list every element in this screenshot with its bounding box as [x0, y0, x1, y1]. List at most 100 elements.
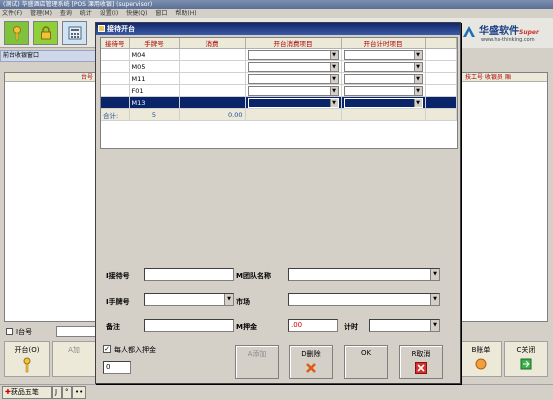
- cell-reception[interactable]: [101, 84, 130, 97]
- cell-amount[interactable]: [179, 72, 246, 85]
- consume-item-combo[interactable]: ▼: [247, 61, 339, 72]
- total-count: 5: [129, 108, 180, 121]
- menu-file[interactable]: 文件(F): [2, 10, 22, 17]
- cell-amount[interactable]: [179, 48, 246, 61]
- chevron-down-icon[interactable]: ▼: [329, 74, 338, 83]
- menu-stats[interactable]: 统计: [80, 10, 92, 17]
- menu-shortcut[interactable]: 快捷(Q): [126, 10, 147, 17]
- dialog-app-icon: [98, 25, 105, 32]
- group-name-select[interactable]: ▼: [288, 268, 440, 281]
- cell-reception[interactable]: [101, 48, 130, 61]
- chevron-down-icon[interactable]: ▼: [413, 86, 422, 95]
- chevron-down-icon[interactable]: ▼: [329, 62, 338, 71]
- table-number-checkbox[interactable]: [6, 328, 13, 335]
- table-number-input[interactable]: [56, 326, 100, 337]
- cell-card[interactable]: M11: [129, 72, 180, 85]
- cancel-button[interactable]: R取消: [399, 345, 443, 379]
- remark-input[interactable]: [144, 319, 234, 332]
- chevron-down-icon[interactable]: ▼: [329, 86, 338, 95]
- timing-item-combo[interactable]: ▼: [343, 85, 423, 96]
- deposit-input[interactable]: .00: [288, 319, 338, 332]
- table-number-row: I台号: [4, 325, 100, 339]
- staff-list-panel[interactable]: 技工号 收银员 厢: [458, 72, 548, 322]
- key-tool-button[interactable]: [4, 21, 29, 45]
- cell-reception[interactable]: [101, 96, 130, 109]
- menu-settings[interactable]: 设置(I): [100, 10, 118, 17]
- brand-suffix: Super: [519, 29, 539, 36]
- chevron-down-icon[interactable]: ▼: [413, 62, 422, 71]
- menu-query[interactable]: 查询: [60, 10, 72, 17]
- staff-column-header: 技工号 收银员 厢: [459, 73, 547, 82]
- calculator-tool-button[interactable]: [62, 21, 87, 45]
- brand-mark-icon: [463, 26, 475, 37]
- col-header-amount[interactable]: 消费: [179, 38, 246, 49]
- col-header-consume-item[interactable]: 开台消费项目: [245, 38, 342, 49]
- cell-reception[interactable]: [101, 60, 130, 73]
- add-button[interactable]: A添加: [235, 345, 279, 379]
- remark-label: 备注: [106, 323, 120, 331]
- cell-reception[interactable]: [101, 72, 130, 85]
- cell-amount[interactable]: [179, 60, 246, 73]
- ok-button[interactable]: OK: [344, 345, 388, 379]
- table-list-panel[interactable]: 台号: [4, 72, 96, 322]
- market-select[interactable]: ▼: [288, 293, 440, 306]
- add-background-button[interactable]: A加: [52, 341, 96, 377]
- dialog-title-bar[interactable]: 接待开台: [96, 23, 460, 35]
- timing-item-combo[interactable]: ▼: [343, 73, 423, 84]
- chevron-down-icon[interactable]: ▼: [413, 74, 422, 83]
- menu-manage[interactable]: 管理(M): [30, 10, 52, 17]
- count-input[interactable]: 0: [103, 361, 131, 374]
- chevron-down-icon[interactable]: ▼: [430, 320, 439, 331]
- all-deposit-checkbox[interactable]: ✓: [103, 345, 111, 353]
- status-bar: ✚获品五笔 J ° ••: [0, 384, 553, 400]
- col-header-card[interactable]: 手牌号: [129, 38, 180, 49]
- chevron-down-icon[interactable]: ▼: [329, 50, 338, 59]
- open-table-label: 开台(O): [14, 346, 40, 354]
- timing-item-combo[interactable]: ▼: [343, 49, 423, 60]
- timing-item-combo[interactable]: ▼: [343, 61, 423, 72]
- chevron-down-icon[interactable]: ▼: [224, 294, 233, 305]
- chevron-down-icon[interactable]: ▼: [430, 269, 439, 280]
- bill-button[interactable]: B账单: [460, 341, 502, 377]
- col-header-reception[interactable]: 接待号: [101, 38, 130, 49]
- reception-number-input[interactable]: [144, 268, 234, 281]
- chevron-down-icon[interactable]: ▼: [413, 98, 422, 107]
- menu-help[interactable]: 帮助(H): [175, 10, 196, 17]
- table-number-label: I台号: [16, 328, 33, 336]
- cell-card[interactable]: M13: [129, 96, 180, 109]
- delete-button[interactable]: D删除: [289, 345, 333, 379]
- cell-amount[interactable]: [179, 96, 246, 109]
- consume-item-combo[interactable]: ▼: [247, 49, 339, 60]
- table-row-selected[interactable]: M13 ▼ ▼: [101, 96, 457, 109]
- key-icon: [23, 357, 31, 373]
- chevron-down-icon[interactable]: ▼: [430, 294, 439, 305]
- timing-item-combo[interactable]: ▼: [343, 97, 423, 108]
- chevron-down-icon[interactable]: ▼: [413, 50, 422, 59]
- market-label: 市场: [236, 298, 250, 306]
- table-row[interactable]: M04 ▼ ▼: [101, 48, 457, 61]
- col-header-timing-item[interactable]: 开台计时项目: [341, 38, 426, 49]
- table-row[interactable]: F01 ▼ ▼: [101, 84, 457, 97]
- lock-tool-button[interactable]: [33, 21, 58, 45]
- consume-item-combo[interactable]: ▼: [247, 73, 339, 84]
- consume-item-combo[interactable]: ▼: [247, 97, 339, 108]
- card-number-select[interactable]: ▼: [144, 293, 234, 306]
- close-background-button[interactable]: C关闭: [504, 341, 548, 377]
- timing-select[interactable]: ▼: [369, 319, 440, 332]
- input-method-indicator[interactable]: ✚获品五笔: [2, 386, 52, 399]
- cell-amount[interactable]: [179, 84, 246, 97]
- table-row[interactable]: M05 ▼ ▼: [101, 60, 457, 73]
- brand-url: www.hs-thinking.com: [481, 37, 535, 43]
- consume-item-combo[interactable]: ▼: [247, 85, 339, 96]
- reception-grid[interactable]: 接待号 手牌号 消费 开台消费项目 开台计时项目 M04 ▼ ▼ M05 ▼ ▼…: [100, 37, 458, 149]
- cell-card[interactable]: M04: [129, 48, 180, 61]
- cell-card[interactable]: M05: [129, 60, 180, 73]
- chevron-down-icon[interactable]: ▼: [329, 98, 338, 107]
- menu-window[interactable]: 窗口: [155, 10, 167, 17]
- background-tab[interactable]: 前台收银窗口: [0, 50, 96, 62]
- cell-card[interactable]: F01: [129, 84, 180, 97]
- ok-button-label: OK: [360, 349, 372, 357]
- table-row[interactable]: M11 ▼ ▼: [101, 72, 457, 85]
- open-table-button[interactable]: 开台(O): [4, 341, 50, 377]
- window-title: (测试) 华盛酒店管理系统 [POS 溧用收银] (supervisor): [0, 0, 553, 9]
